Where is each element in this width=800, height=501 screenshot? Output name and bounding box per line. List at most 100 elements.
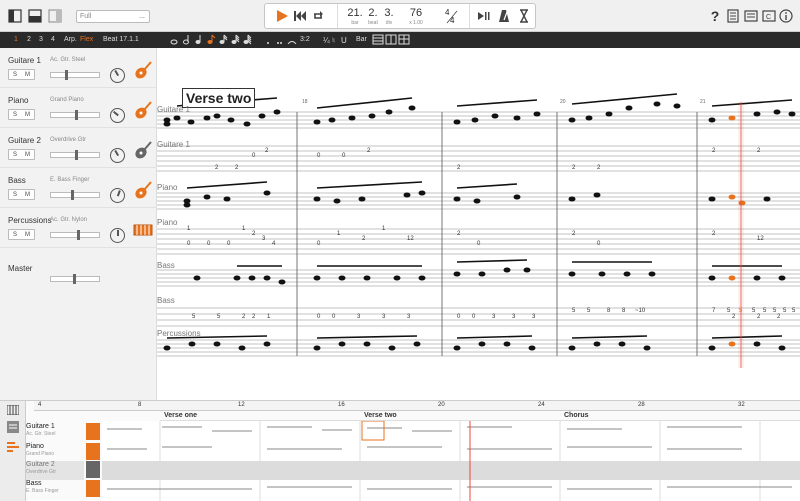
note-value-icons[interactable]: [168, 33, 298, 47]
hourglass-icon[interactable]: [517, 9, 531, 23]
fader-knob[interactable]: [75, 150, 78, 160]
timeline-track-bass[interactable]: Bass E. Bass Finger: [26, 480, 84, 499]
pan-dial[interactable]: [107, 185, 128, 206]
tab-number: 5: [773, 308, 777, 314]
list-view-icon[interactable]: [744, 9, 758, 23]
track-name: Guitare 1: [26, 423, 55, 430]
solo-button[interactable]: S: [13, 192, 17, 198]
solo-button[interactable]: S: [13, 112, 17, 118]
track-row-percussions[interactable]: Percussions Ac. Gtr. Nylon SM: [0, 208, 157, 248]
count-in-icon[interactable]: [477, 9, 491, 23]
play-icon[interactable]: [275, 9, 289, 23]
solo-mute-buttons[interactable]: SM: [8, 149, 35, 160]
fader-knob[interactable]: [77, 230, 80, 240]
track-name: Piano: [8, 96, 29, 105]
volume-fader[interactable]: [50, 190, 100, 200]
pan-dial[interactable]: [106, 104, 129, 127]
track-instrument: E. Bass Finger: [26, 488, 59, 494]
mixer-icon[interactable]: [7, 441, 19, 453]
arp-button[interactable]: Arp.: [64, 36, 77, 43]
svg-text:¼: ¼: [323, 36, 330, 45]
metronome-icon[interactable]: [497, 9, 511, 23]
ruler-bar: 20: [438, 402, 445, 408]
marker-chorus[interactable]: Chorus: [564, 412, 589, 419]
mute-button[interactable]: M: [25, 192, 30, 198]
voice-1[interactable]: 1: [14, 36, 18, 43]
notation-toolbar: 1 2 3 4 Arp. Flex Beat 17.1.1 3:2 ¼ ♮ U …: [0, 32, 800, 48]
track-instrument: Ac. Gtr. Steel: [50, 57, 86, 63]
mute-button[interactable]: M: [25, 112, 30, 118]
timeline-lanes[interactable]: [102, 421, 800, 501]
bar-label: Bar: [356, 36, 367, 43]
track-row-guitare-2[interactable]: Guitare 2 Overdrive Gtr SM: [0, 128, 157, 168]
tab-number: 0: [317, 314, 321, 320]
marker-verse-two[interactable]: Verse two: [364, 412, 397, 419]
voice-4[interactable]: 4: [51, 36, 55, 43]
tab-number: 3: [407, 314, 411, 320]
view-selector[interactable]: Full ...: [76, 10, 150, 23]
ruler-bar: 16: [338, 402, 345, 408]
score-view-icon[interactable]: [726, 9, 740, 23]
tab-number: 2: [757, 314, 761, 320]
tempo-readout[interactable]: 76: [403, 7, 429, 19]
solo-button[interactable]: S: [13, 72, 17, 78]
tuplet-label[interactable]: 3:2: [300, 36, 310, 43]
track-instrument: Overdrive Gtr: [50, 137, 87, 143]
loop-icon[interactable]: [311, 9, 325, 23]
fader-knob[interactable]: [75, 110, 78, 120]
volume-fader[interactable]: [50, 150, 100, 160]
solo-mute-buttons[interactable]: SM: [8, 189, 35, 200]
track-row-guitare-1[interactable]: Guitare 1 Ac. Gtr. Steel SM: [0, 48, 157, 88]
time-signature[interactable]: 4 4: [445, 8, 459, 26]
div-readout: 3.: [384, 7, 394, 19]
inspector-toggle-icon[interactable]: [48, 9, 62, 23]
solo-mute-buttons[interactable]: SM: [8, 229, 35, 240]
tab-number: 5: [792, 308, 796, 314]
marker-verse-one[interactable]: Verse one: [164, 412, 197, 419]
piano-roll-icon[interactable]: [7, 405, 19, 415]
accent-icons[interactable]: ¼ ♮ U: [322, 33, 352, 47]
info-icon[interactable]: [779, 9, 793, 23]
volume-fader[interactable]: [50, 70, 100, 80]
voice-2[interactable]: 2: [27, 36, 31, 43]
mute-button[interactable]: M: [25, 152, 30, 158]
timeline-track-guitare-2[interactable]: Guitare 2 Overdrive Gtr: [26, 461, 84, 480]
flex-button[interactable]: Flex: [80, 36, 93, 43]
fader-knob[interactable]: [71, 190, 74, 200]
mute-button[interactable]: M: [25, 72, 30, 78]
chord-view-icon[interactable]: C: [762, 9, 776, 23]
track-color-swatch: [86, 423, 100, 440]
solo-mute-buttons[interactable]: SM: [8, 69, 35, 80]
pan-dial[interactable]: [107, 65, 128, 86]
solo-mute-buttons[interactable]: SM: [8, 109, 35, 120]
pan-dial[interactable]: [107, 145, 128, 166]
voice-3[interactable]: 3: [39, 36, 43, 43]
tab-number: 5: [763, 308, 767, 314]
fader-knob[interactable]: [65, 70, 68, 80]
solo-button[interactable]: S: [13, 152, 17, 158]
mute-button[interactable]: M: [25, 232, 30, 238]
score-view[interactable]: Verse two 18 20 21 Guitare 1 Guitare 1 P…: [157, 48, 800, 400]
master-fader[interactable]: [50, 274, 100, 284]
tab-number: 1: [267, 314, 271, 320]
timeline-track-guitare-1[interactable]: Guitare 1 Ac. Gtr. Steel: [26, 423, 84, 442]
tab-number: 2: [252, 314, 256, 320]
ruler-bar: 8: [138, 402, 142, 408]
split-view-icon[interactable]: [28, 9, 42, 23]
tab-number: 5: [752, 308, 756, 314]
track-instrument: E. Bass Finger: [50, 177, 90, 183]
help-icon[interactable]: ?: [708, 8, 722, 24]
solo-button[interactable]: S: [13, 232, 17, 238]
score-toggle-icon[interactable]: [7, 421, 19, 433]
pan-dial[interactable]: [110, 228, 125, 243]
track-row-piano[interactable]: Piano Grand Piano SM: [0, 88, 157, 128]
timeline-track-piano[interactable]: Piano Grand Piano: [26, 443, 84, 462]
bar-layout-icons[interactable]: [372, 34, 412, 46]
fader-knob[interactable]: [73, 274, 76, 284]
track-row-bass[interactable]: Bass E. Bass Finger SM: [0, 168, 157, 208]
volume-fader[interactable]: [50, 110, 100, 120]
timeline-ruler[interactable]: 4 8 12 16 20 24 28 32: [34, 401, 800, 411]
sidebar-toggle-icon[interactable]: [8, 9, 22, 23]
volume-fader[interactable]: [50, 230, 100, 240]
rewind-to-start-icon[interactable]: [293, 9, 307, 23]
